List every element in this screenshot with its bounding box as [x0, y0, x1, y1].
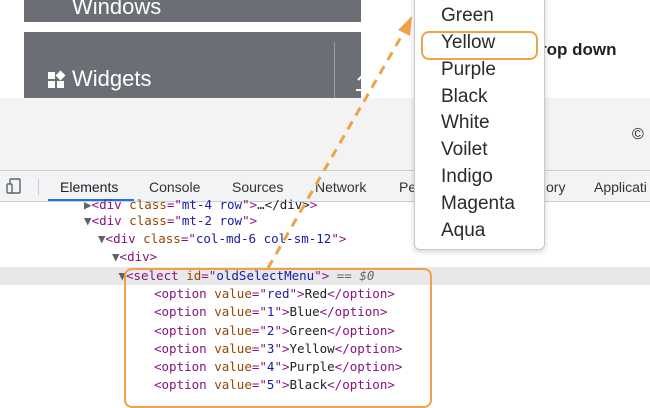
- option-node[interactable]: <option value="4">Purple</option>: [154, 358, 402, 376]
- sidebar-divider: [334, 42, 335, 98]
- copyright-symbol: ©: [632, 126, 644, 143]
- dom-node-selected[interactable]: ▼<select id="oldSelectMenu"> == $0: [0, 267, 650, 285]
- collapse-arrow-icon[interactable]: ▼: [0, 267, 126, 285]
- tab-application[interactable]: Applicati: [594, 179, 647, 195]
- select-dropdown-list[interactable]: Green Yellow Purple Black White Voilet I…: [414, 0, 545, 250]
- dom-node[interactable]: ▼<div class="mt-2 row">: [84, 212, 257, 230]
- page-footer: [0, 98, 650, 170]
- option-node[interactable]: <option value="3">Yellow</option>: [154, 340, 402, 358]
- collapse-arrow-icon[interactable]: ▼: [98, 231, 106, 246]
- dropdown-option[interactable]: Green: [441, 2, 494, 29]
- collapse-arrow-icon[interactable]: ▼: [112, 249, 120, 264]
- tab-separator: [38, 179, 39, 195]
- dom-node[interactable]: ▼<div>: [112, 248, 157, 266]
- option-node[interactable]: <option value="5">Black</option>: [154, 376, 395, 394]
- tab-console[interactable]: Console: [149, 179, 200, 195]
- tab-network[interactable]: Network: [315, 179, 366, 195]
- expand-arrow-icon[interactable]: ▶: [84, 197, 92, 212]
- collapse-arrow-icon[interactable]: ▼: [84, 213, 92, 228]
- tab-memory[interactable]: ory: [546, 179, 565, 195]
- dropdown-option[interactable]: Black: [441, 83, 487, 110]
- dropdown-option-selected[interactable]: Yellow: [441, 29, 495, 56]
- dropdown-option[interactable]: Aqua: [441, 217, 485, 244]
- device-toolbar-icon[interactable]: [6, 178, 22, 194]
- page-heading: rop down: [540, 40, 617, 59]
- dropdown-option[interactable]: Indigo: [441, 163, 493, 190]
- sidebar-item-label: Widgets: [72, 66, 152, 91]
- dropdown-option[interactable]: Purple: [441, 56, 496, 83]
- option-node[interactable]: <option value="red">Red</option>: [154, 285, 395, 303]
- sidebar-item-widgets[interactable]: Widgets: [24, 32, 372, 98]
- dropdown-option[interactable]: Voilet: [441, 136, 487, 163]
- tab-elements[interactable]: Elements: [60, 179, 118, 195]
- sidebar-item-windows[interactable]: Windows: [24, 0, 361, 22]
- dropdown-option[interactable]: Magenta: [441, 190, 515, 217]
- elements-tree: ▶<div class="mt-4 row">…</div>> ▼<div cl…: [0, 197, 650, 400]
- sidebar-item-label: Windows: [72, 0, 162, 19]
- option-node[interactable]: <option value="2">Green</option>: [154, 322, 395, 340]
- dom-node[interactable]: ▼<div class="col-md-6 col-sm-12">: [98, 230, 346, 248]
- tab-sources[interactable]: Sources: [232, 179, 283, 195]
- option-node[interactable]: <option value="1">Blue</option>: [154, 303, 387, 321]
- widgets-icon: [48, 70, 66, 88]
- dropdown-option[interactable]: White: [441, 109, 490, 136]
- web-page: Windows Widgets rop down: [0, 0, 650, 98]
- upload-icon[interactable]: [354, 72, 374, 92]
